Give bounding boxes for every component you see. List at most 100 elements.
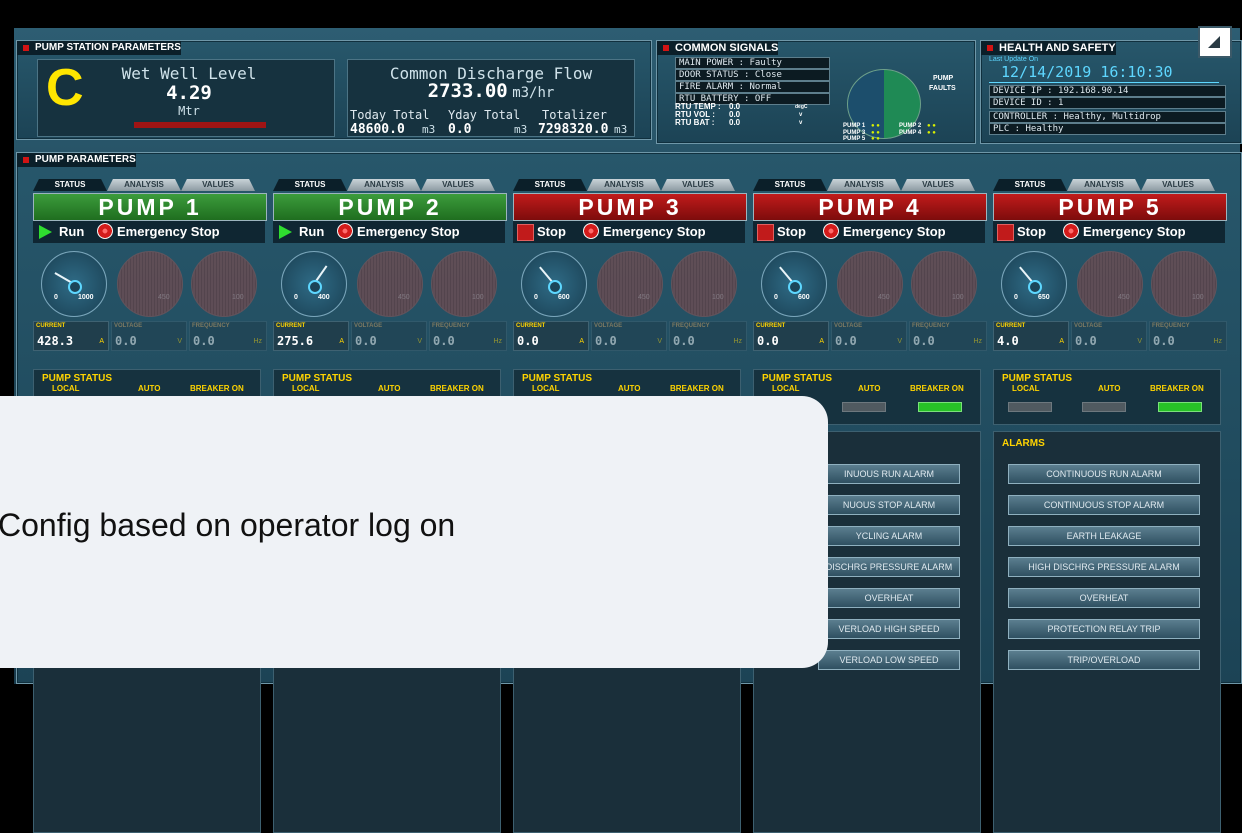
- alarm-button[interactable]: OVERHEAT: [818, 588, 960, 608]
- tab-status[interactable]: STATUS: [993, 179, 1067, 191]
- tab-analysis[interactable]: ANALYSIS: [827, 179, 901, 191]
- alarm-button[interactable]: CONTINUOUS STOP ALARM: [1008, 495, 1200, 515]
- alarms-heading: ALARMS: [1002, 438, 1045, 449]
- emergency-stop-icon[interactable]: [97, 223, 113, 239]
- alarm-button[interactable]: DISCHRG PRESSURE ALARM: [818, 557, 960, 577]
- stop-icon[interactable]: [757, 224, 774, 241]
- stop-icon[interactable]: [517, 224, 534, 241]
- pump-faults-label-2: FAULTS: [929, 85, 956, 92]
- emergency-stop-icon[interactable]: [337, 223, 353, 239]
- play-icon[interactable]: [39, 225, 52, 239]
- frequency-value: 0.0: [673, 334, 695, 348]
- pump-controls: Stop Emergency Stop: [753, 221, 985, 243]
- frequency-gauge: 100: [431, 251, 497, 317]
- tab-analysis[interactable]: ANALYSIS: [347, 179, 421, 191]
- alarm-button[interactable]: EARTH LEAKAGE: [1008, 526, 1200, 546]
- legend-pump4: PUMP 4: [899, 130, 922, 136]
- voltage-gauge-max: 450: [398, 294, 410, 301]
- frequency-value: 0.0: [913, 334, 935, 348]
- voltage-readout: VOLTAGE 0.0 V: [1071, 321, 1147, 351]
- gauge-min-label: 0: [294, 294, 298, 301]
- frequency-gauge: 100: [911, 251, 977, 317]
- pump-state-label: Stop: [1017, 224, 1046, 239]
- frequency-gauge-max: 100: [1192, 294, 1204, 301]
- emergency-stop-icon[interactable]: [823, 223, 839, 239]
- emergency-stop-label[interactable]: Emergency Stop: [1083, 224, 1186, 239]
- pump-status-heading: PUMP STATUS: [42, 373, 113, 384]
- frequency-unit: Hz: [493, 338, 502, 345]
- emergency-stop-label[interactable]: Emergency Stop: [843, 224, 946, 239]
- rtu-bat-label: RTU BAT :: [675, 118, 715, 127]
- tab-analysis[interactable]: ANALYSIS: [107, 179, 181, 191]
- frequency-label: FREQUENCY: [672, 323, 710, 329]
- tab-analysis[interactable]: ANALYSIS: [1067, 179, 1141, 191]
- alarm-button[interactable]: VERLOAD HIGH SPEED: [818, 619, 960, 639]
- pump-column: STATUS ANALYSIS VALUES PUMP 5 Stop Emerg…: [993, 179, 1227, 833]
- current-label: CURRENT: [36, 323, 66, 329]
- legend-pump5: PUMP 5: [843, 136, 866, 142]
- alarm-button[interactable]: PROTECTION RELAY TRIP: [1008, 619, 1200, 639]
- gauge-max-label: 400: [318, 294, 330, 301]
- voltage-gauge: 450: [837, 251, 903, 317]
- yday-total-value: 0.0: [448, 122, 472, 137]
- alarm-button[interactable]: TRIP/OVERLOAD: [1008, 650, 1200, 670]
- tab-status[interactable]: STATUS: [513, 179, 587, 191]
- gauge-max-label: 1000: [78, 294, 94, 301]
- pump-name: PUMP 4: [753, 193, 987, 221]
- gauge-hub: [308, 280, 322, 294]
- totalizer-label: Totalizer: [542, 108, 608, 122]
- tab-analysis[interactable]: ANALYSIS: [587, 179, 661, 191]
- pump-status-heading: PUMP STATUS: [1002, 373, 1073, 384]
- current-readout: CURRENT 275.6 A: [273, 321, 349, 351]
- alarm-button[interactable]: INUOUS RUN ALARM: [818, 464, 960, 484]
- play-icon[interactable]: [279, 225, 292, 239]
- totalizer-unit: m3: [614, 123, 628, 136]
- last-update-datetime: 12/14/2019 16:10:30: [1001, 63, 1173, 81]
- emergency-stop-label[interactable]: Emergency Stop: [117, 224, 220, 239]
- emergency-stop-label[interactable]: Emergency Stop: [603, 224, 706, 239]
- tab-values[interactable]: VALUES: [661, 179, 735, 191]
- alarm-button[interactable]: HIGH DISCHRG PRESSURE ALARM: [1008, 557, 1200, 577]
- frequency-label: FREQUENCY: [192, 323, 230, 329]
- emergency-stop-icon[interactable]: [583, 223, 599, 239]
- alarm-button[interactable]: CONTINUOUS RUN ALARM: [1008, 464, 1200, 484]
- current-label: CURRENT: [276, 323, 306, 329]
- frequency-readout: FREQUENCY 0.0 Hz: [909, 321, 987, 351]
- caption-text: Config based on operator log on: [0, 507, 456, 543]
- alarm-button[interactable]: VERLOAD LOW SPEED: [818, 650, 960, 670]
- common-signals-title: COMMON SIGNALS: [657, 41, 779, 55]
- auto-indicator: [1082, 402, 1126, 412]
- current-value: 0.0: [757, 334, 779, 348]
- current-unit: A: [579, 338, 584, 345]
- health-safety-title: HEALTH AND SAFETY: [981, 41, 1116, 55]
- rtu-readings: RTU TEMP : 0.0 degC RTU VOL : 0.0 v RTU …: [675, 103, 835, 135]
- frequency-gauge-max: 100: [232, 294, 244, 301]
- pump-controls: Stop Emergency Stop: [993, 221, 1225, 243]
- gauge-hub: [548, 280, 562, 294]
- device-id: DEVICE ID : 1: [989, 97, 1226, 109]
- voltage-gauge-max: 450: [638, 294, 650, 301]
- gauge-hub: [68, 280, 82, 294]
- tab-status[interactable]: STATUS: [33, 179, 107, 191]
- stop-icon[interactable]: [997, 224, 1014, 241]
- tab-status[interactable]: STATUS: [273, 179, 347, 191]
- alarm-button[interactable]: NUOUS STOP ALARM: [818, 495, 960, 515]
- gauge-min-label: 0: [534, 294, 538, 301]
- frequency-value: 0.0: [1153, 334, 1175, 348]
- emergency-stop-icon[interactable]: [1063, 223, 1079, 239]
- alarm-button[interactable]: OVERHEAT: [1008, 588, 1200, 608]
- emergency-stop-label[interactable]: Emergency Stop: [357, 224, 460, 239]
- pump-name: PUMP 3: [513, 193, 747, 221]
- yday-total-label: Yday Total: [448, 108, 521, 122]
- tab-status[interactable]: STATUS: [753, 179, 827, 191]
- tab-values[interactable]: VALUES: [1141, 179, 1215, 191]
- tab-values[interactable]: VALUES: [421, 179, 495, 191]
- voltage-gauge-max: 450: [878, 294, 890, 301]
- tab-values[interactable]: VALUES: [901, 179, 975, 191]
- pump-name: PUMP 1: [33, 193, 267, 221]
- current-readout: CURRENT 428.3 A: [33, 321, 109, 351]
- voltage-unit: V: [417, 338, 422, 345]
- expand-icon[interactable]: [1198, 26, 1232, 58]
- tab-values[interactable]: VALUES: [181, 179, 255, 191]
- alarm-button[interactable]: YCLING ALARM: [818, 526, 960, 546]
